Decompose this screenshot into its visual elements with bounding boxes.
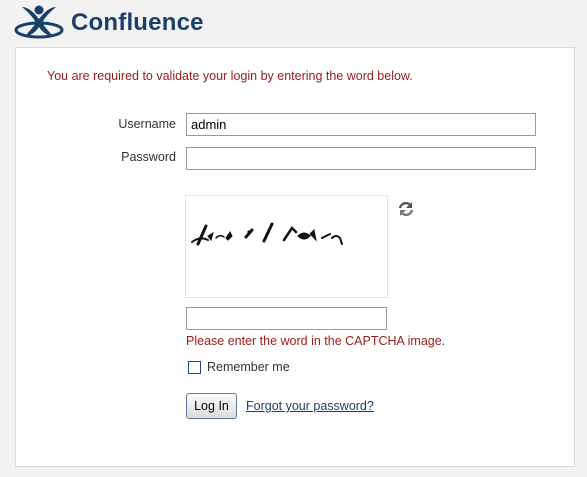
password-field[interactable] — [186, 147, 536, 170]
captcha-field[interactable] — [186, 307, 387, 330]
login-panel: You are required to validate your login … — [15, 47, 575, 467]
username-label: Username — [118, 117, 176, 131]
captcha-image — [185, 195, 388, 298]
remember-me-checkbox[interactable] — [188, 361, 201, 374]
forgot-password-link[interactable]: Forgot your password? — [246, 399, 374, 413]
captcha-error: Please enter the word in the CAPTCHA ima… — [186, 334, 446, 348]
confluence-logo-icon — [14, 3, 66, 41]
validation-warning: You are required to validate your login … — [47, 69, 413, 83]
header: Confluence — [14, 3, 274, 43]
remember-me-label[interactable]: Remember me — [207, 360, 290, 374]
logo-text[interactable]: Confluence — [71, 9, 204, 37]
captcha-refresh-icon[interactable] — [397, 200, 415, 218]
username-field[interactable] — [186, 113, 536, 136]
password-label: Password — [121, 150, 176, 164]
login-button[interactable]: Log In — [186, 393, 237, 419]
